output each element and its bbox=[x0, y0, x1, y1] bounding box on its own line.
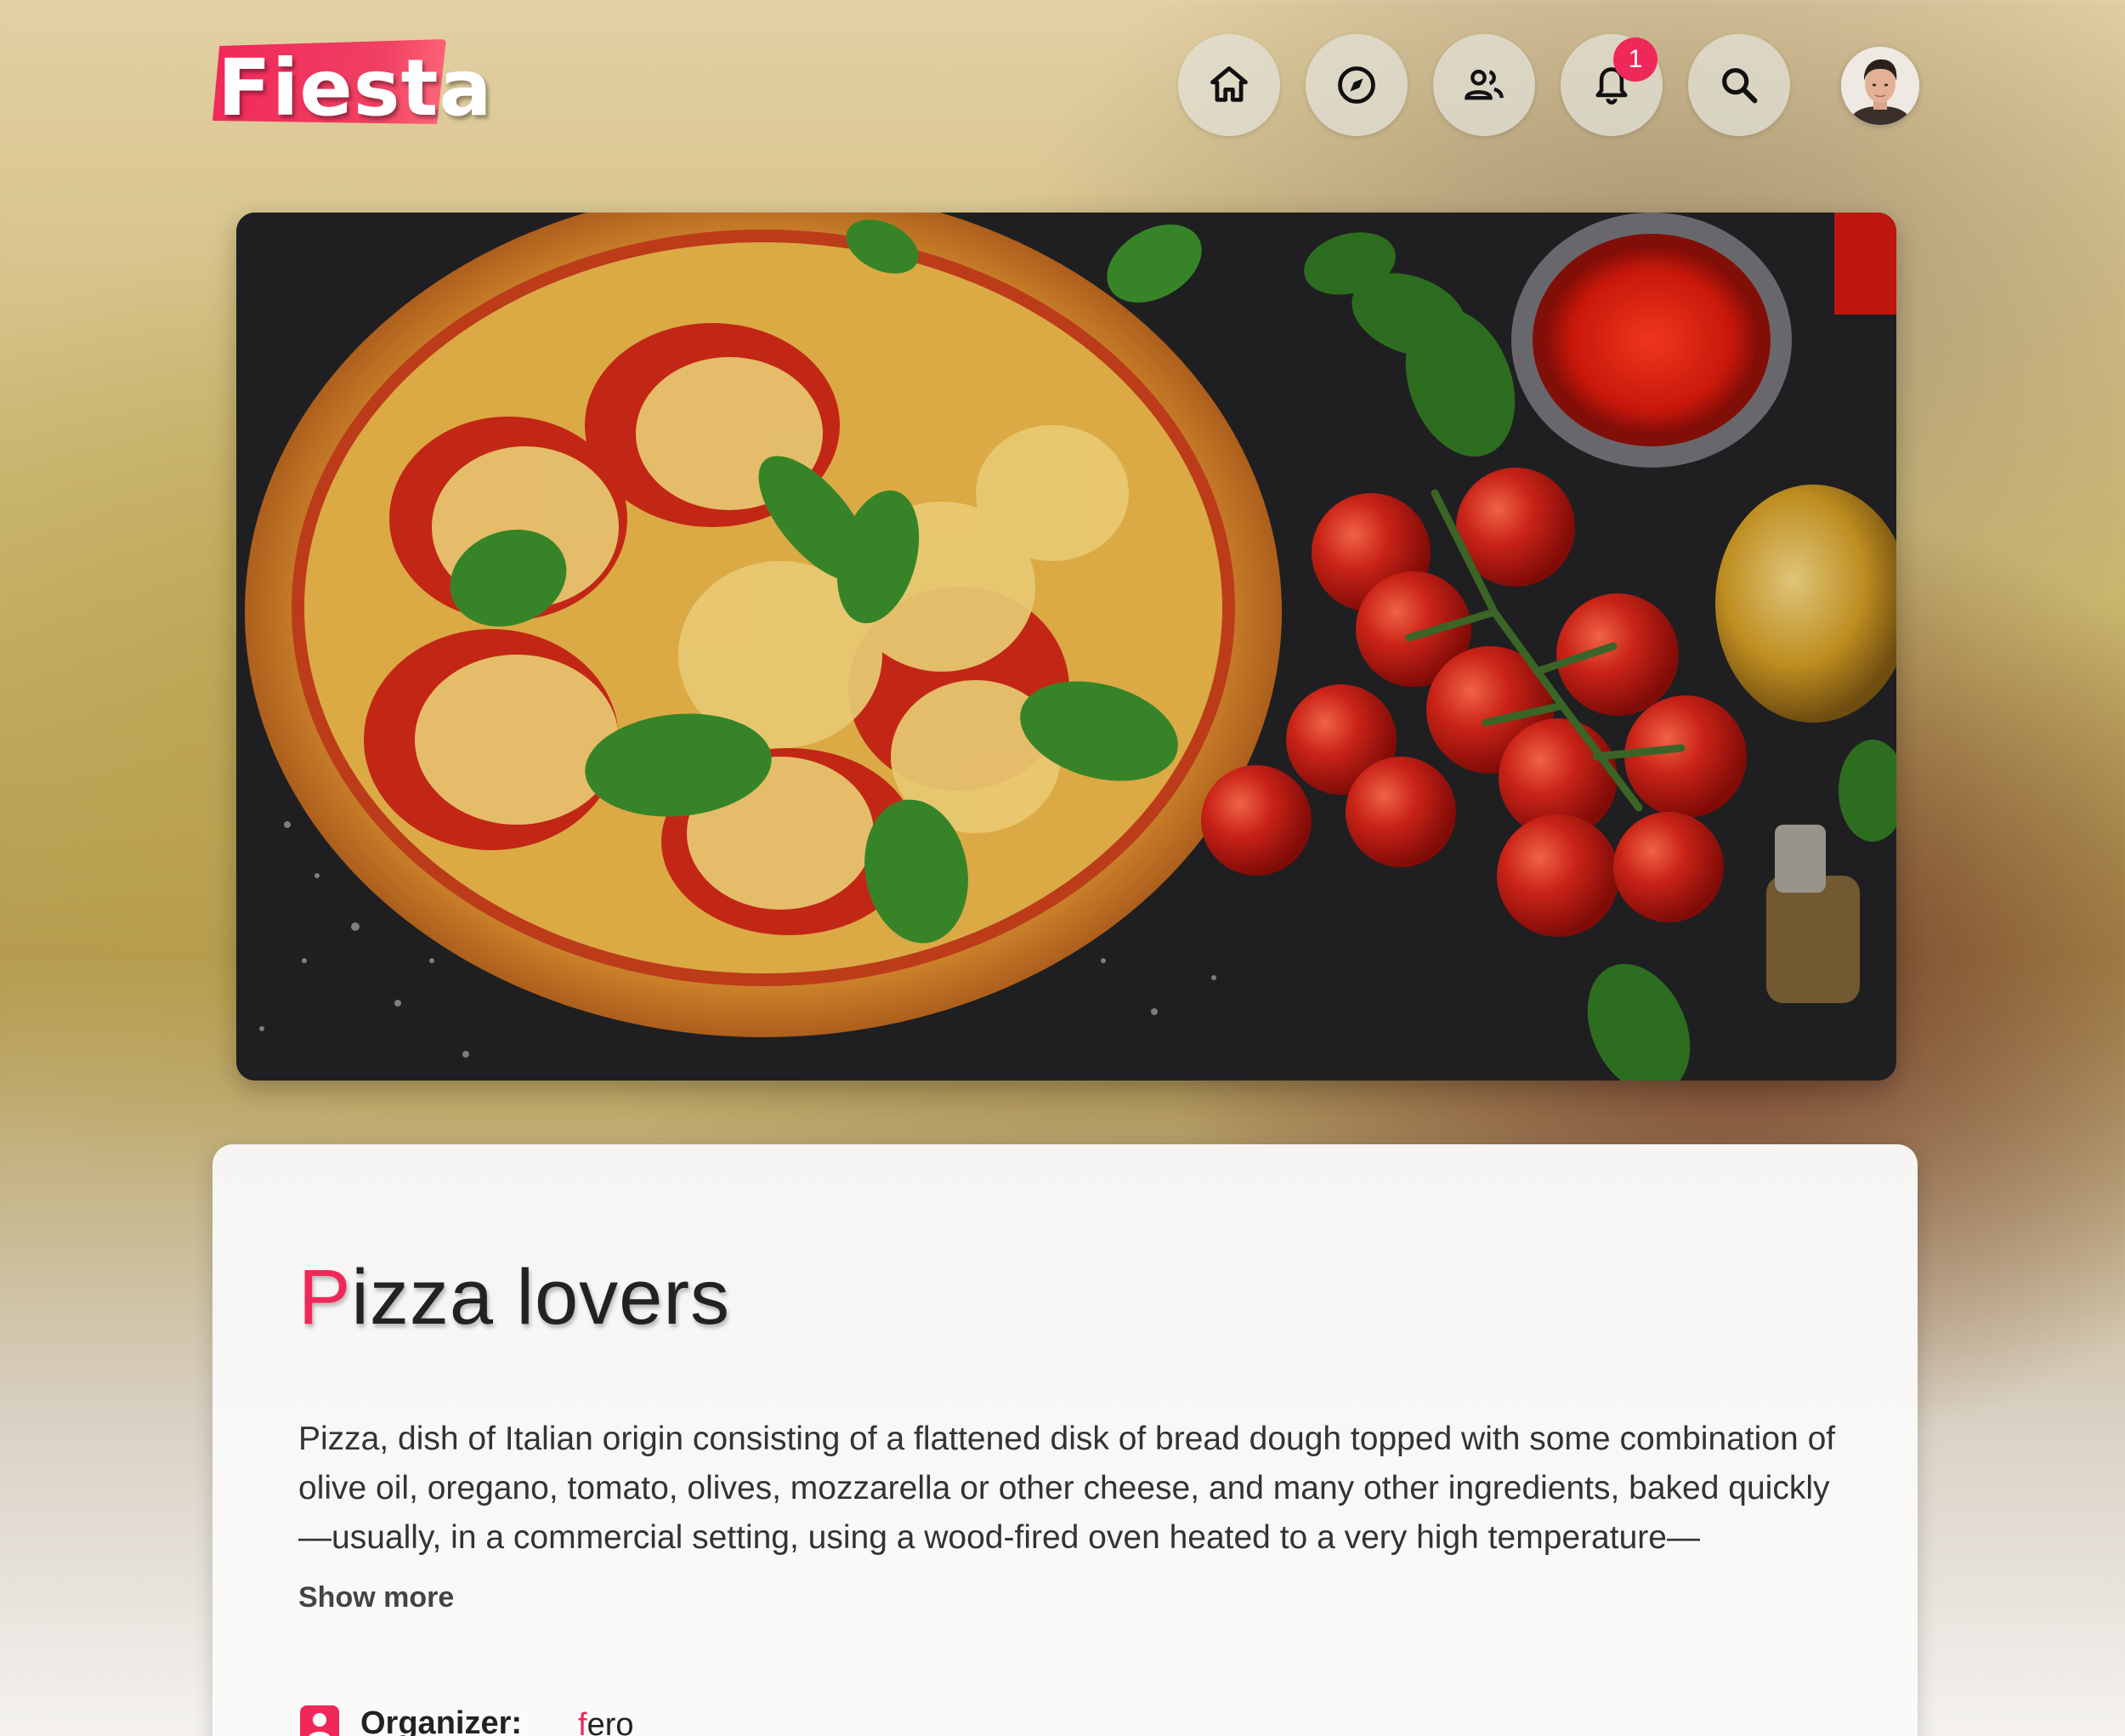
logo-text: Fiesta bbox=[218, 43, 493, 133]
notification-badge: 1 bbox=[1613, 37, 1658, 82]
event-description: Pizza, dish of Italian origin consisting… bbox=[298, 1421, 1836, 1556]
home-icon bbox=[1210, 66, 1248, 102]
people-button[interactable] bbox=[1433, 34, 1535, 136]
show-more-button[interactable]: Show more bbox=[298, 1581, 454, 1614]
organizer-name-initial: f bbox=[578, 1707, 587, 1736]
compass-icon bbox=[1338, 66, 1375, 104]
organizer-name-rest: ero bbox=[586, 1707, 634, 1736]
home-button[interactable] bbox=[1178, 34, 1280, 136]
avatar-image bbox=[1841, 47, 1919, 125]
top-header: Fiesta 1 bbox=[0, 0, 2125, 187]
organizer-icon bbox=[300, 1705, 339, 1736]
event-title-initial: P bbox=[298, 1254, 352, 1341]
event-title-rest: izza lovers bbox=[351, 1254, 730, 1341]
pizza-banner-image bbox=[236, 213, 1896, 1081]
user-avatar[interactable] bbox=[1841, 47, 1919, 125]
organizer-name[interactable]: fero bbox=[578, 1707, 633, 1736]
event-details-card: Pizza lovers Pizza, dish of Italian orig… bbox=[212, 1144, 1918, 1736]
fiesta-logo[interactable]: Fiesta bbox=[212, 39, 492, 133]
search-icon bbox=[1722, 68, 1758, 104]
people-icon bbox=[1465, 70, 1504, 100]
explore-button[interactable] bbox=[1306, 34, 1408, 136]
organizer-label: Organizer: bbox=[360, 1705, 523, 1736]
event-banner bbox=[236, 213, 1896, 1081]
search-button[interactable] bbox=[1688, 34, 1790, 136]
event-title: Pizza lovers bbox=[298, 1253, 730, 1342]
